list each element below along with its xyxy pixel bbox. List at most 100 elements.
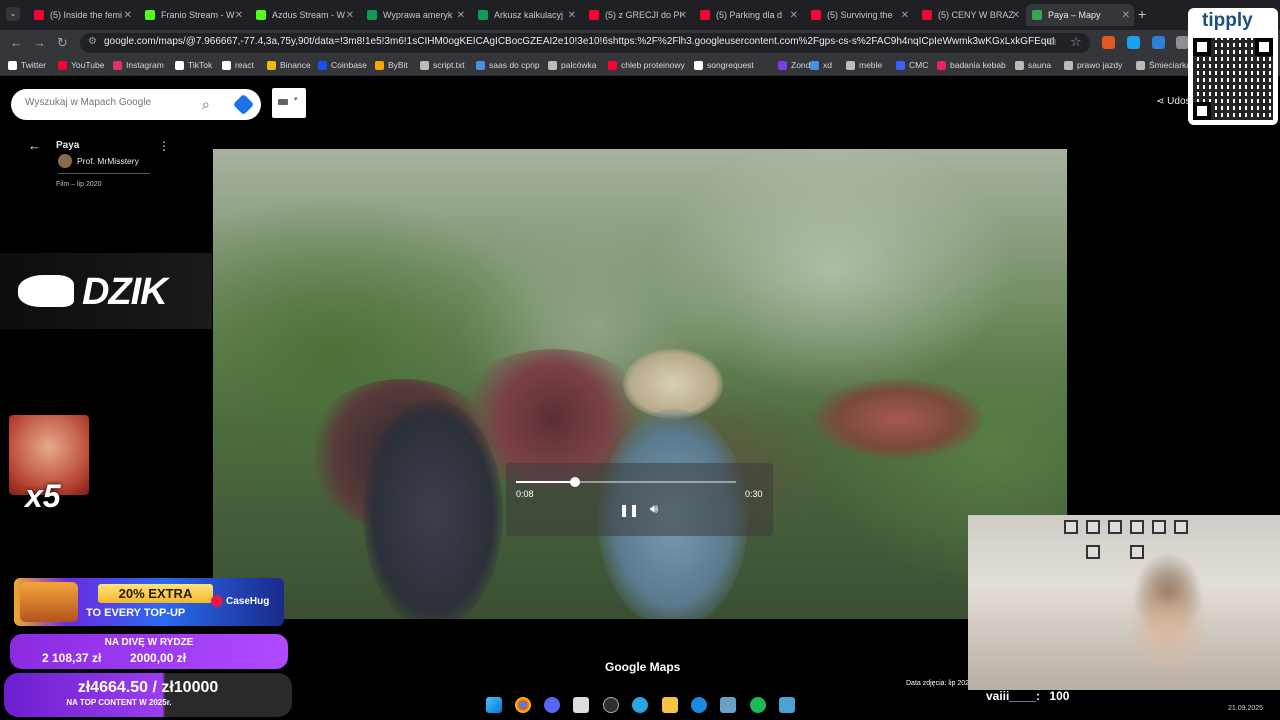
pause-icon[interactable]: ❚❚ xyxy=(619,503,639,517)
browser-tab[interactable]: Azdus Stream - W ✕ xyxy=(250,4,358,26)
bookmark-item[interactable]: Coinbase xyxy=(318,60,367,70)
promo-brand: CaseHug xyxy=(226,596,270,607)
browser-tab[interactable]: Franio Stream - W ✕ xyxy=(139,4,247,26)
bookmark-item[interactable]: TikTok xyxy=(175,60,212,70)
bookmark-item[interactable]: Śmieciarka xyxy=(1136,60,1191,70)
close-icon[interactable]: ✕ xyxy=(679,10,687,21)
browser-tab[interactable]: Wyprawa ameryk ✕ xyxy=(361,4,469,26)
install-app-icon[interactable]: ⧉ xyxy=(1048,36,1056,49)
tipply-widget: tipply xyxy=(1188,8,1278,125)
extension-3-icon[interactable] xyxy=(1152,36,1165,49)
bookmark-star-icon[interactable]: ☆ xyxy=(1070,34,1082,50)
more-options-icon[interactable]: ⋮ xyxy=(158,139,170,153)
bookmark-item[interactable]: chleb proteinowy xyxy=(608,60,685,70)
tool-icon[interactable] xyxy=(720,697,736,713)
close-icon[interactable]: ✕ xyxy=(901,10,909,21)
panel-title: Paya xyxy=(56,140,80,151)
close-icon[interactable]: ✕ xyxy=(1012,10,1020,21)
avatar[interactable] xyxy=(58,154,72,168)
volume-icon[interactable]: 🔊︎ xyxy=(650,501,658,517)
bookmark-favicon-icon xyxy=(420,60,429,70)
address-bar[interactable]: ⚙ google.com/maps/@7.966667,-77.4,3a,75y… xyxy=(80,33,1090,53)
search-icon[interactable]: ⌕ xyxy=(202,96,210,113)
close-icon[interactable]: ✕ xyxy=(457,10,465,21)
directions-icon[interactable] xyxy=(232,93,255,116)
bookmark-item[interactable]: Twitter xyxy=(8,60,46,70)
bookmark-item[interactable]: Binance xyxy=(267,60,311,70)
bookmark-item[interactable]: CMC xyxy=(896,60,928,70)
telegram-icon[interactable] xyxy=(632,697,648,713)
bookmark-item[interactable]: react xyxy=(222,60,254,70)
search-input[interactable] xyxy=(25,97,195,108)
browser-tab[interactable]: (5) z GRECJI do Pl ✕ xyxy=(583,4,691,26)
chrome-icon[interactable] xyxy=(515,697,531,713)
input-tools-button[interactable]: ▾ xyxy=(272,88,306,118)
street-photo-video[interactable] xyxy=(213,149,1067,619)
share-icon: ⋖ xyxy=(1156,96,1165,107)
donation-goal-1: NA DIVĘ W RYDZE 2 108,37 zł 2000,00 zł xyxy=(10,634,288,669)
new-tab-button[interactable]: + xyxy=(1138,6,1146,22)
bookmark-item[interactable]: palcówka xyxy=(548,60,596,70)
extension-1-icon[interactable] xyxy=(1102,36,1115,49)
close-icon[interactable]: ✕ xyxy=(346,10,354,21)
bookmark-item[interactable]: badania kebab xyxy=(937,60,1006,70)
back-arrow-icon[interactable]: ← xyxy=(28,138,41,153)
bookmark-item[interactable]: prawo jazdy xyxy=(1064,60,1122,70)
site-info-icon[interactable]: ⚙ xyxy=(88,36,97,47)
wall-frame xyxy=(1086,520,1100,534)
divider xyxy=(58,173,150,174)
forward-icon[interactable]: → xyxy=(33,35,46,50)
seek-handle[interactable] xyxy=(570,477,581,487)
bookmark-label: palcówka xyxy=(561,60,597,70)
back-icon[interactable]: ← xyxy=(10,35,23,50)
browser-tab[interactable]: Arkusz kalkulacyj ✕ xyxy=(472,4,580,26)
wall-frame xyxy=(1064,520,1078,534)
browser-tab[interactable]: (5) Surviving the ✕ xyxy=(805,4,913,26)
ccleaner-icon[interactable] xyxy=(691,697,707,713)
goal1-title: NA DIVĘ W RYDZE xyxy=(104,637,194,648)
bookmark-item[interactable]: ByBit xyxy=(375,60,408,70)
bookmark-item[interactable]: script.txt xyxy=(420,60,465,70)
bookmark-item[interactable]: saas do cpnp xyxy=(476,60,540,70)
browser-tab[interactable]: (5) Parking dla d ✕ xyxy=(694,4,802,26)
spotify-icon[interactable] xyxy=(750,697,766,713)
goal1-current: 2 108,37 zł xyxy=(42,651,102,665)
bookmark-item[interactable]: songrequest xyxy=(694,60,754,70)
bookmark-favicon-icon xyxy=(1064,60,1073,70)
bookmark-label: CMC xyxy=(909,60,929,70)
bookmark-item[interactable]: sauna xyxy=(1015,60,1051,70)
browser-tab[interactable]: Paya – Mapy ✕ xyxy=(1026,4,1134,26)
extension-2-icon[interactable] xyxy=(1127,36,1140,49)
app-icon[interactable] xyxy=(573,697,589,713)
goal1-target: 2000,00 zł xyxy=(130,651,187,665)
tab-favicon-icon xyxy=(589,10,599,20)
close-icon[interactable]: ✕ xyxy=(790,10,798,21)
discord-icon[interactable] xyxy=(544,697,560,713)
file-explorer-icon[interactable] xyxy=(662,697,678,713)
obs-icon[interactable] xyxy=(603,697,619,713)
maps-search-box[interactable]: ⌕ xyxy=(11,89,261,120)
close-icon[interactable]: ✕ xyxy=(235,10,243,21)
browser-tab[interactable]: (5) Inside the femi ✕ xyxy=(28,4,136,26)
seek-bar[interactable] xyxy=(516,477,736,487)
close-icon[interactable]: ✕ xyxy=(568,10,576,21)
reload-icon[interactable]: ↻ xyxy=(57,35,68,51)
author-name[interactable]: Prof. MrMisstery xyxy=(77,156,139,166)
windows-start-icon[interactable] xyxy=(486,697,502,713)
bookmark-item[interactable]: YouTube xyxy=(58,60,104,70)
wall-frame xyxy=(1108,520,1122,534)
bookmark-favicon-icon xyxy=(608,60,617,70)
notepad-icon[interactable] xyxy=(779,697,795,713)
bookmark-favicon-icon xyxy=(694,60,703,70)
tab-label: (5) CENY W BRAZ xyxy=(938,10,1014,20)
browser-tab[interactable]: (5) CENY W BRAZ ✕ xyxy=(916,4,1024,26)
bookmark-item[interactable]: xd xyxy=(810,60,832,70)
bookmark-item[interactable]: meble xyxy=(846,60,882,70)
tab-label: Arkusz kalkulacyj xyxy=(494,10,564,20)
tab-label: (5) Parking dla d xyxy=(716,10,783,20)
bookmark-favicon-icon xyxy=(175,60,184,70)
bookmark-item[interactable]: Instagram xyxy=(113,60,164,70)
close-icon[interactable]: ✕ xyxy=(124,10,132,21)
tab-search-button[interactable]: ⌄ xyxy=(6,7,20,21)
close-icon[interactable]: ✕ xyxy=(1122,10,1130,21)
